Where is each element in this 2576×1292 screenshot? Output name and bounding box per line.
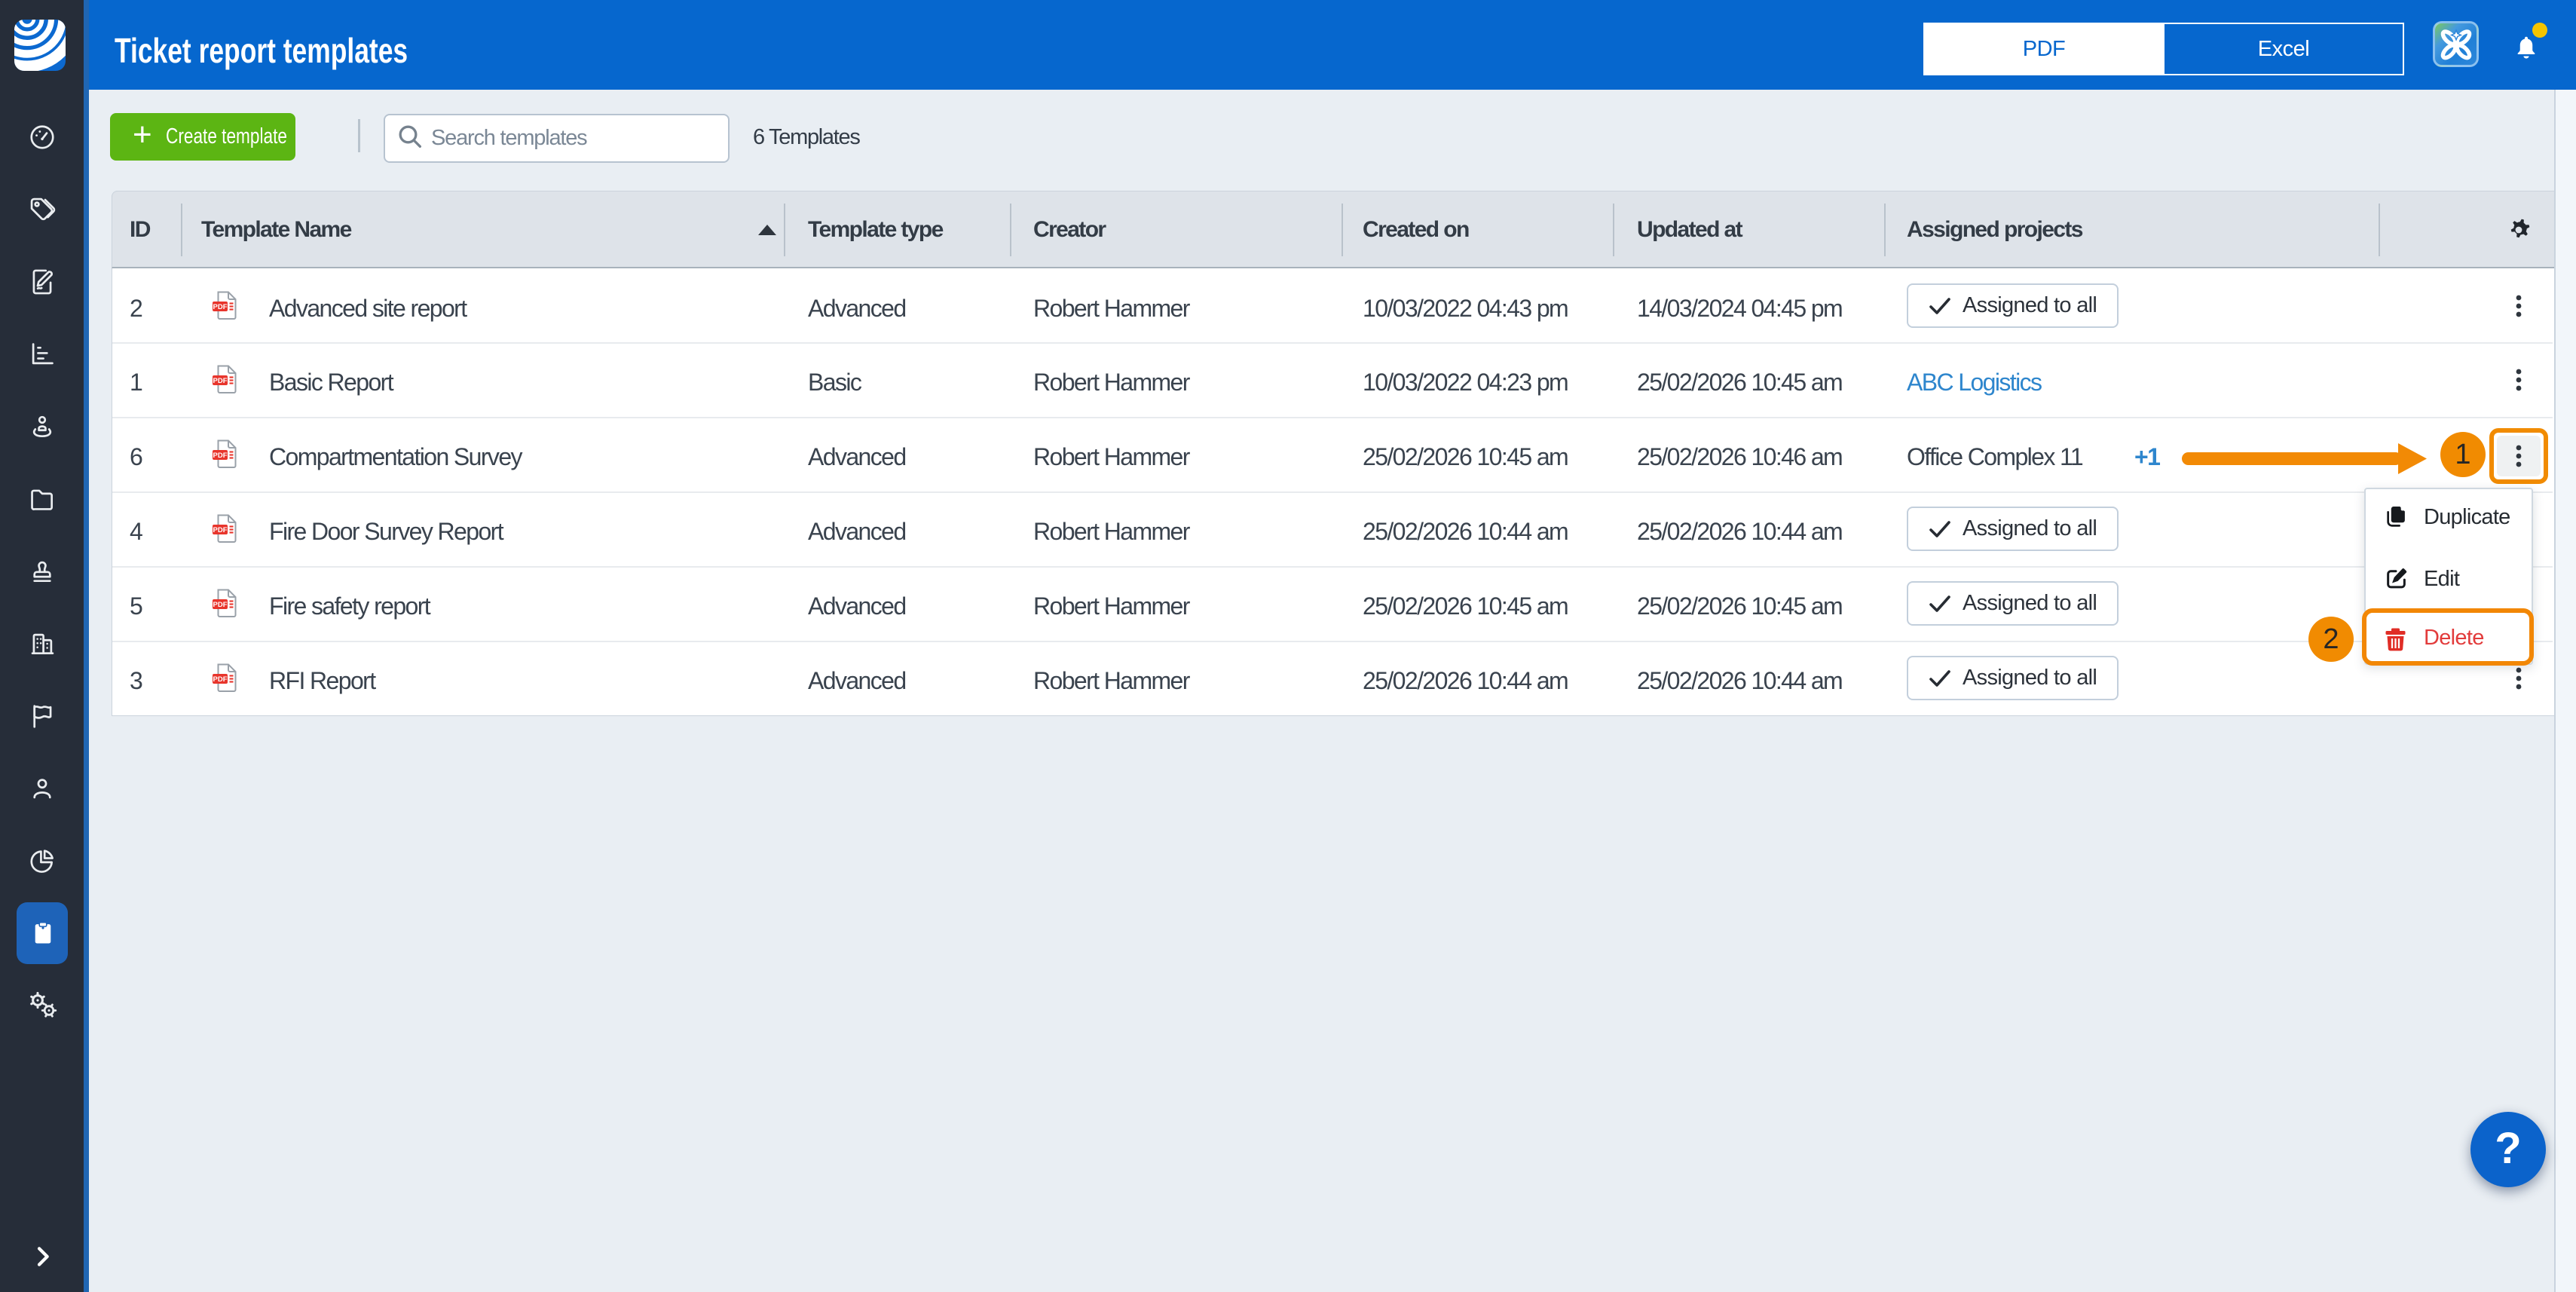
svg-text:PDF: PDF bbox=[213, 377, 228, 385]
svg-text:PDF: PDF bbox=[213, 452, 228, 460]
svg-text:PDF: PDF bbox=[213, 303, 228, 311]
svg-text:PDF: PDF bbox=[213, 601, 228, 609]
svg-text:PDF: PDF bbox=[213, 526, 228, 534]
svg-text:PDF: PDF bbox=[213, 675, 228, 684]
